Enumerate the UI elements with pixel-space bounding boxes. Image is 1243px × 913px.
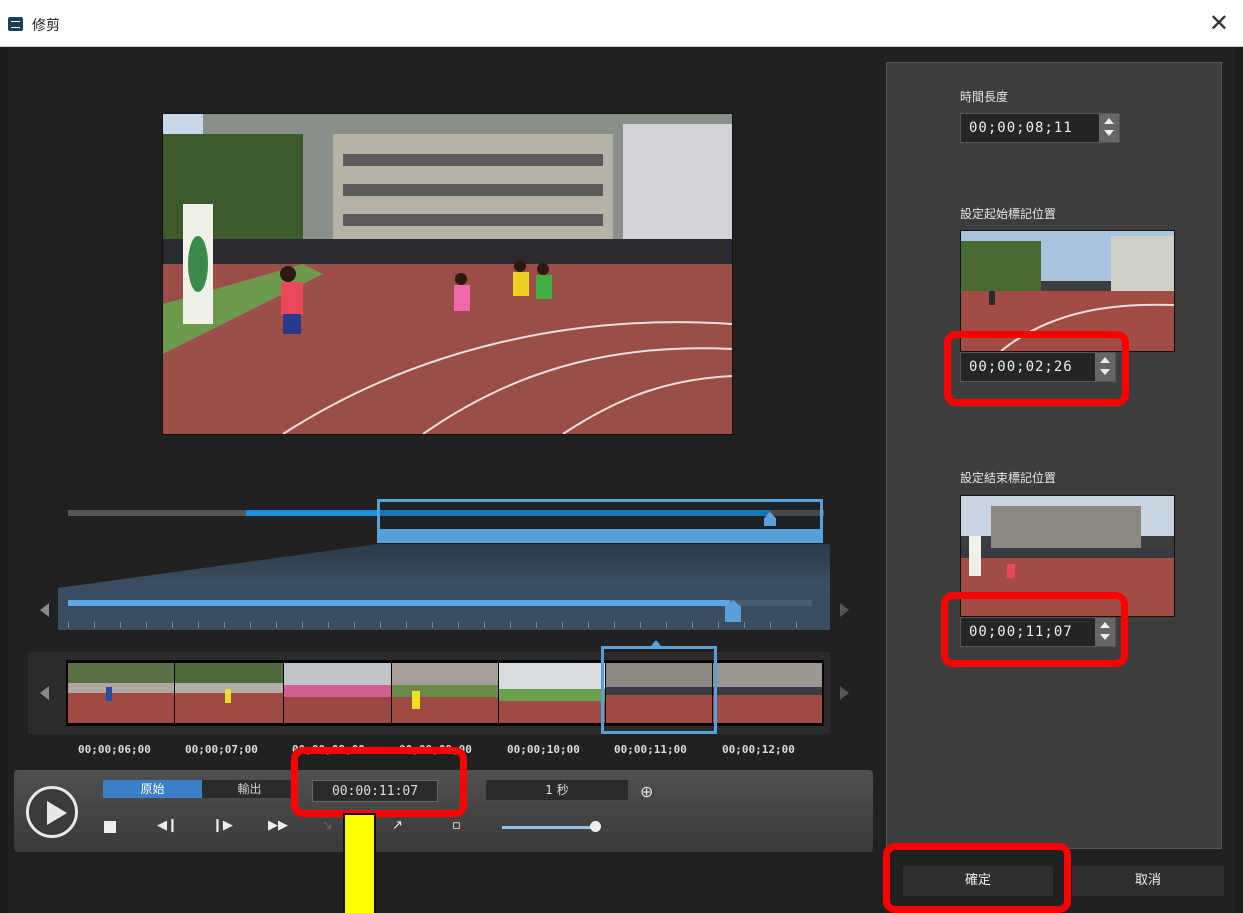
cancel-button[interactable]: 取消 xyxy=(1072,866,1224,896)
window-title: 修剪 xyxy=(32,18,60,34)
timecode-label: 00;00;11;00 xyxy=(614,743,687,756)
preview-image xyxy=(163,114,732,434)
spin-up-icon[interactable] xyxy=(1100,357,1110,363)
fast-forward-icon[interactable]: ▶▶ xyxy=(268,818,288,833)
timeline-ticks xyxy=(68,622,812,628)
mark-out-icon[interactable]: ↗ xyxy=(392,818,403,833)
start-marker-value: 00;00;02;26 xyxy=(969,359,1073,375)
next-frame-icon[interactable]: ❙▶ xyxy=(212,818,233,833)
video-preview xyxy=(162,113,733,435)
filmstrip-selection[interactable] xyxy=(601,646,717,734)
detail-progress xyxy=(68,600,730,606)
app-icon xyxy=(8,17,23,31)
zoom-in-icon[interactable]: ⊕ xyxy=(640,782,653,801)
end-marker-value: 00;00;11;07 xyxy=(969,624,1073,640)
play-button[interactable] xyxy=(26,786,78,838)
spin-up-icon[interactable] xyxy=(1104,118,1114,124)
stop-icon[interactable] xyxy=(104,821,116,833)
timecode-label: 00;00;07;00 xyxy=(185,743,258,756)
trim-zoom-window[interactable] xyxy=(377,499,823,543)
title-bar: 修剪 ✕ xyxy=(0,0,1243,47)
tab-output[interactable]: 輸出 xyxy=(202,780,297,798)
ok-button[interactable]: 確定 xyxy=(903,866,1053,896)
volume-icon[interactable]: ▫ xyxy=(452,818,461,833)
timecode-label: 00;00;08;00 xyxy=(292,743,365,756)
end-marker-thumbnail xyxy=(960,495,1175,617)
filmstrip-scroll-left-icon[interactable] xyxy=(40,686,49,700)
end-marker-label: 設定結束標記位置 xyxy=(960,471,1057,485)
marker-settings-panel xyxy=(886,62,1222,849)
current-timecode-field[interactable]: 00:00:11:07 xyxy=(312,780,438,802)
end-marker-spinbox[interactable]: 00;00;11;07 xyxy=(960,617,1116,647)
film-frame[interactable] xyxy=(713,663,823,723)
film-frame[interactable] xyxy=(392,663,499,723)
previous-frame-icon[interactable]: ◀❙ xyxy=(157,818,178,833)
start-marker-spinbox[interactable]: 00;00;02;26 xyxy=(960,352,1116,382)
spin-down-icon[interactable] xyxy=(1100,369,1110,375)
start-spin-arrows[interactable] xyxy=(1095,353,1115,381)
film-frame[interactable] xyxy=(68,663,175,723)
film-frame[interactable] xyxy=(499,663,606,723)
timeline-scroll-right-icon[interactable] xyxy=(840,603,849,617)
filmstrip-scroll-right-icon[interactable] xyxy=(840,686,849,700)
detail-timeline[interactable] xyxy=(58,588,830,630)
timecode-label: 00;00;09;00 xyxy=(399,743,472,756)
step-size-dropdown[interactable]: 1 秒 xyxy=(486,780,628,800)
timecode-label: 00;00;12;00 xyxy=(722,743,795,756)
close-icon[interactable]: ✕ xyxy=(1209,9,1229,37)
duration-value: 00;00;08;11 xyxy=(969,120,1073,136)
timecode-label: 00;00;10;00 xyxy=(507,743,580,756)
selection-marker-icon xyxy=(651,640,661,646)
timecode-label: 00;00;06;00 xyxy=(78,743,151,756)
spin-down-icon[interactable] xyxy=(1100,634,1110,640)
spin-down-icon[interactable] xyxy=(1104,130,1114,136)
spin-up-icon[interactable] xyxy=(1100,622,1110,628)
volume-slider[interactable] xyxy=(502,826,600,829)
start-marker-label: 設定起始標記位置 xyxy=(960,207,1057,221)
duration-spin-arrows[interactable] xyxy=(1099,114,1119,142)
mark-in-icon[interactable]: ↘ xyxy=(322,818,333,833)
film-frame[interactable] xyxy=(175,663,284,723)
tab-source[interactable]: 原始 xyxy=(103,780,202,798)
zoom-window-handle[interactable] xyxy=(380,529,820,540)
timeline-scroll-left-icon[interactable] xyxy=(40,603,49,617)
film-frame[interactable] xyxy=(284,663,392,723)
annotation-arrow xyxy=(343,813,376,913)
duration-label: 時間長度 xyxy=(960,90,1009,104)
start-marker-thumbnail xyxy=(960,230,1175,352)
duration-spinbox[interactable]: 00;00;08;11 xyxy=(960,113,1120,143)
end-spin-arrows[interactable] xyxy=(1095,618,1115,646)
